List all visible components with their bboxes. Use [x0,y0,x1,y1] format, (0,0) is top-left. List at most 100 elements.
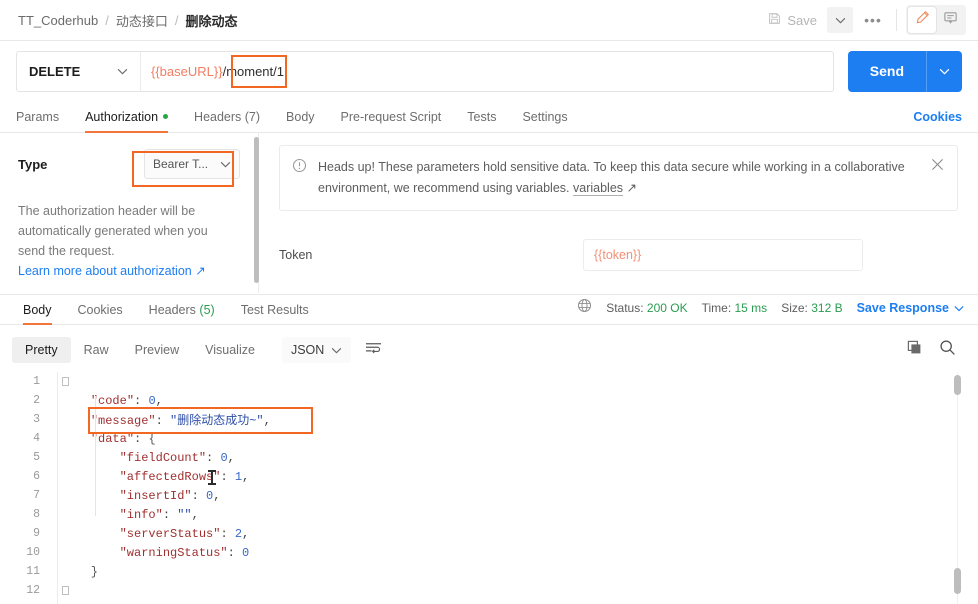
chevron-down-icon [332,347,342,353]
time-value: 15 ms [734,301,768,315]
send-dropdown-button[interactable] [926,50,962,92]
breadcrumb-item-request[interactable]: 删除动态 [185,11,237,30]
fold-toggle-icon[interactable] [62,585,69,595]
close-icon[interactable] [931,158,945,199]
line-number: 6 [33,470,40,483]
comments-button[interactable] [936,7,964,33]
view-pretty-button[interactable]: Pretty [12,337,71,363]
more-options-button[interactable]: ••• [859,7,887,33]
time-label: Time: [701,301,732,315]
breadcrumb-separator: / [105,12,109,28]
line-number: 1 [33,375,40,388]
status-label: Status: [606,301,644,315]
tab-headers[interactable]: Headers (7) [194,110,260,132]
format-value: JSON [290,343,325,357]
response-tab-test-results-label: Test Results [240,303,309,317]
tab-authorization[interactable]: Authorization [85,110,169,133]
breadcrumb-item-folder[interactable]: 动态接口 [116,11,168,30]
code-line: 1 [0,372,978,391]
save-icon [768,12,781,28]
sensitive-data-alert: Heads up! These parameters hold sensitiv… [279,145,958,211]
line-number: 8 [33,508,40,521]
response-meta: Status: 200 OK Time: 15 ms Size: 312 B S… [577,298,968,324]
line-content: "affectedRows": 1, [119,469,250,484]
code-line: 11 } [0,562,978,581]
line-number: 2 [33,394,40,407]
format-select[interactable]: JSON [281,337,352,363]
view-preview-button[interactable]: Preview [122,337,192,363]
breadcrumb-item-collection[interactable]: TT_Coderhub [18,13,98,28]
response-view-group: Pretty Raw Preview Visualize [12,337,268,363]
copy-icon[interactable] [907,340,923,361]
save-button[interactable]: Save [762,7,825,33]
view-mode-group [906,5,966,35]
line-content: "info": "", [119,507,199,522]
postman-window: TT_Coderhub / 动态接口 / 删除动态 Save ••• DELET… [0,0,978,604]
save-response-button[interactable]: Save Response [857,301,964,315]
tab-params[interactable]: Params [16,110,59,132]
authorization-detail-pane: Heads up! These parameters hold sensitiv… [259,133,978,293]
code-scrollbar-thumb-bottom[interactable] [954,568,961,594]
response-tab-headers[interactable]: Headers (5) [149,303,215,324]
cookies-link[interactable]: Cookies [913,110,962,132]
comment-icon [943,10,958,30]
top-bar-actions: Save ••• [762,5,978,35]
code-line: 6 "affectedRows": 1, [0,467,978,486]
authorization-type-select[interactable]: Bearer T... [144,149,240,179]
send-button-group: Send [847,50,962,92]
word-wrap-icon[interactable] [365,341,382,360]
code-scrollbar-thumb-top[interactable] [954,375,961,395]
code-line: 7 "insertId": 0, [0,486,978,505]
tab-settings[interactable]: Settings [522,110,567,132]
line-content: "message": "删除动态成功~", [90,414,271,428]
method-selector[interactable]: DELETE [17,51,141,91]
size-label: Size: [781,301,808,315]
send-button[interactable]: Send [848,51,926,92]
status-value: 200 OK [646,301,688,315]
view-visualize-button[interactable]: Visualize [192,337,268,363]
breadcrumb-separator: / [174,12,179,28]
gutter-divider [57,372,58,604]
tab-authorization-label: Authorization [85,110,159,124]
code-line: 5 "fieldCount": 0, [0,448,978,467]
tab-headers-label: Headers (7) [194,110,261,124]
toolbar-divider [896,9,897,31]
fold-toggle-icon[interactable] [62,376,69,386]
code-line: 10 "warningStatus": 0 [0,543,978,562]
tab-tests[interactable]: Tests [467,110,496,132]
authorization-panel: Type Bearer T... The authorization heade… [0,133,978,293]
request-tabs: Params Authorization Headers (7) Body Pr… [0,101,978,133]
external-link-icon: ↗ [626,181,637,195]
chevron-down-icon [117,68,128,74]
variables-link[interactable]: variables [573,181,624,196]
edit-mode-button[interactable] [908,7,936,33]
token-input[interactable]: {{token}} [583,239,863,271]
line-content: "insertId": 0, [119,488,221,503]
url-path: /moment/1 [222,63,284,79]
chevron-down-icon [220,161,231,167]
code-line: 4 "data": { [0,429,978,448]
alert-message: Heads up! These parameters hold sensitiv… [318,157,921,199]
line-number: 10 [26,546,40,559]
url-input[interactable]: {{baseURL}}/moment/1 [141,52,833,91]
response-body-code[interactable]: 1 2 "code": 0, 3 "message": "删除动态成功~", 4… [0,372,978,604]
response-tab-test-results[interactable]: Test Results [241,303,309,324]
response-tab-cookies[interactable]: Cookies [78,303,123,324]
line-content: "code": 0, [90,393,163,408]
tab-pre-request-script[interactable]: Pre-request Script [341,110,442,132]
line-content: "serverStatus": 2, [119,526,250,541]
token-row: Token {{token}} [279,239,958,271]
globe-icon[interactable] [577,298,592,318]
response-tab-body[interactable]: Body [23,303,52,325]
search-icon[interactable] [939,339,956,361]
indent-guide [95,396,96,516]
learn-more-authorization-link[interactable]: Learn more about authorization ↗ [18,263,240,278]
line-number: 12 [26,584,40,597]
response-tab-body-label: Body [23,303,52,317]
save-dropdown-button[interactable] [827,7,853,33]
token-label: Token [279,248,313,262]
view-raw-button[interactable]: Raw [71,337,122,363]
tab-body[interactable]: Body [286,110,315,132]
authorization-type-row: Type Bearer T... [18,149,240,179]
authorization-description: The authorization header will be automat… [18,204,208,258]
